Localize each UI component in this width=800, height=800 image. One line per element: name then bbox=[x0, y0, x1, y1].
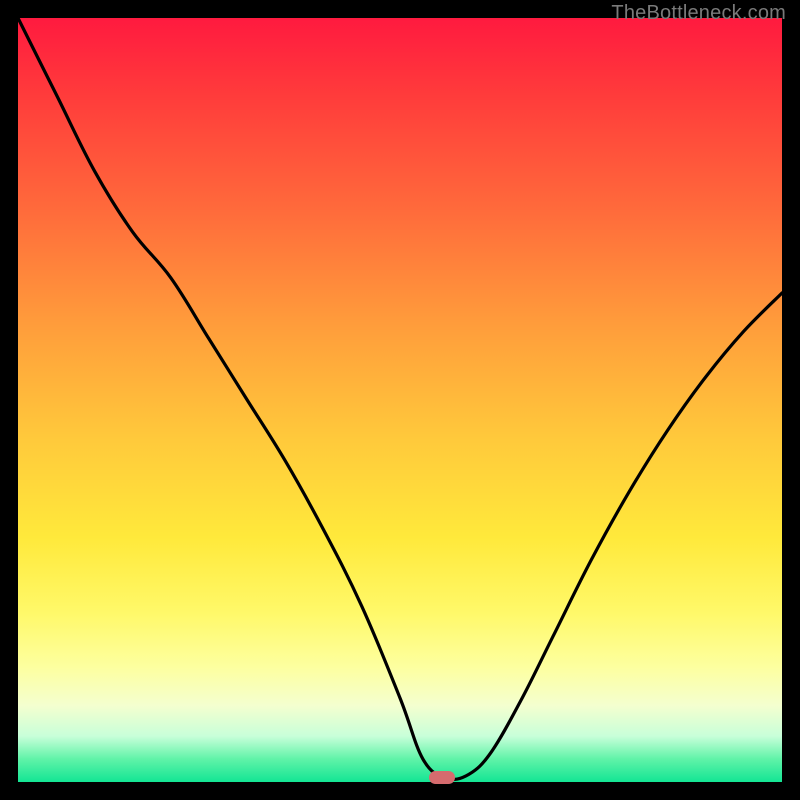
chart-frame: TheBottleneck.com bbox=[0, 0, 800, 800]
watermark-text: TheBottleneck.com bbox=[611, 2, 786, 25]
curve-path bbox=[18, 18, 782, 779]
plot-area bbox=[18, 18, 782, 782]
optimal-marker bbox=[429, 771, 455, 784]
bottleneck-curve bbox=[18, 18, 782, 782]
